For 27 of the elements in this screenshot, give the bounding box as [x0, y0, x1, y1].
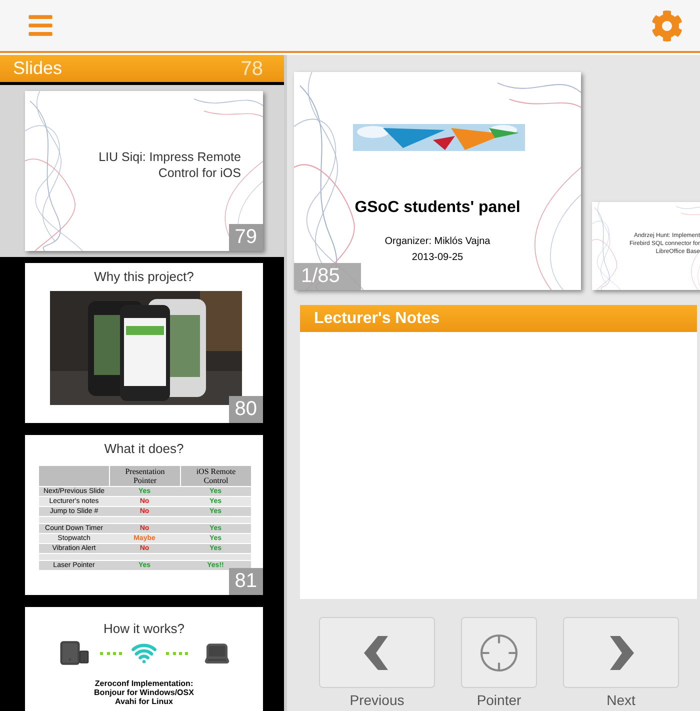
- slide-thumbnail[interactable]: LIU Siqi: Impress Remote Control for iOS 79: [25, 91, 263, 251]
- slide-text: 2013-09-25: [410, 251, 464, 265]
- slide-text: Zeroconf Implementation:: [94, 679, 194, 688]
- slide-text: Avahi for Linux: [115, 697, 173, 706]
- slide-text: Organizer: Miklós Vajna: [384, 235, 492, 249]
- slide-thumbnail[interactable]: How it works? Zeroconf Implementation: Bonjour for Windows/OSX Avahi for Linux: [25, 607, 263, 711]
- slide-number: 79: [228, 224, 263, 251]
- slide-number: 80: [228, 396, 263, 423]
- slide-text: Bonjour for Windows/OSX: [94, 688, 194, 697]
- dotted-line: [100, 652, 122, 654]
- slide-number: 81: [228, 568, 263, 595]
- slide-number: 78: [240, 56, 263, 82]
- chevron-left-icon: [364, 636, 390, 670]
- slide-counter: 1/85: [294, 263, 361, 290]
- slide-thumbnail[interactable]: [25, 435, 263, 595]
- crosshair-icon: [478, 632, 520, 674]
- slide-title: What it does?: [103, 440, 185, 458]
- dotted-line: [166, 652, 188, 654]
- slide-title: GSoC students' panel: [354, 198, 522, 218]
- sidebar-title: Slides: [13, 57, 62, 80]
- chevron-right-icon: [608, 636, 634, 670]
- notes-title: Lecturer's Notes: [314, 308, 440, 328]
- slide-thumbnail[interactable]: Why this project? 80: [25, 263, 263, 423]
- slide-title: Why this project?: [93, 268, 195, 286]
- settings-icon[interactable]: [651, 10, 683, 42]
- slide-title: LIU Siqi: Impress Remote Control for iOS: [98, 149, 241, 181]
- slide-title: How it works?: [102, 620, 186, 638]
